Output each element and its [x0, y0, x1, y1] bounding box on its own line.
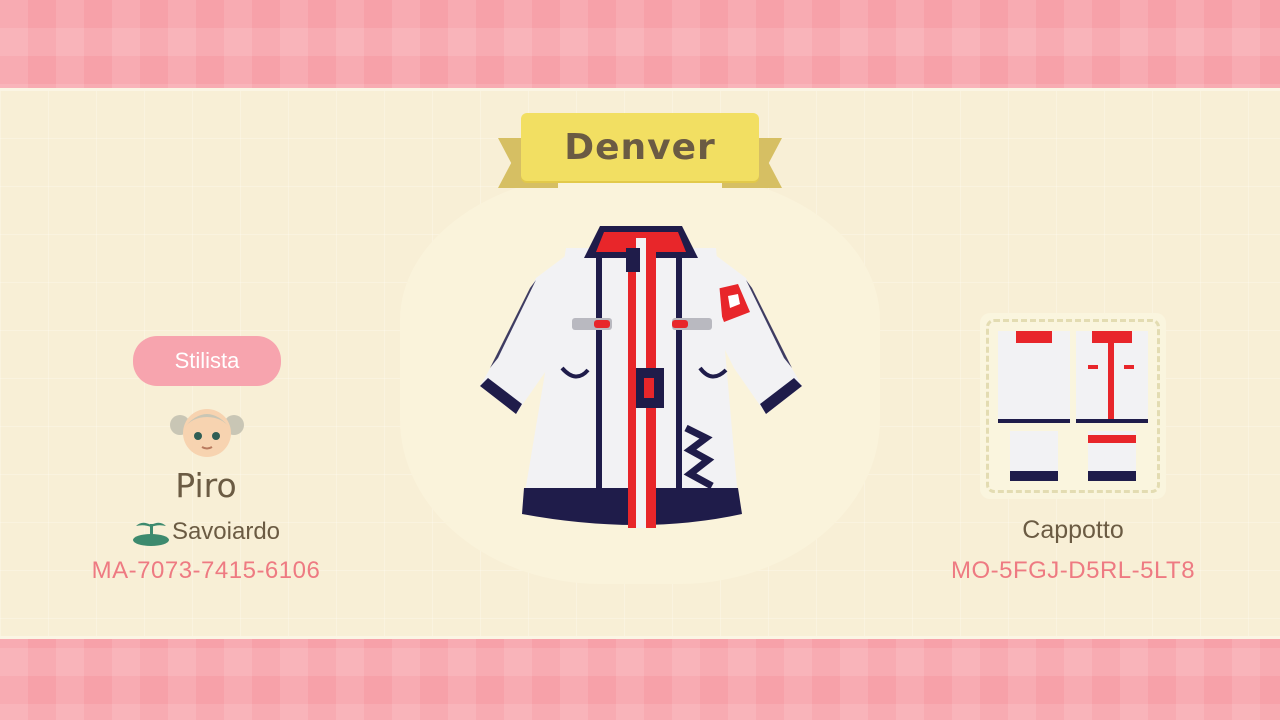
creator-name: Piro: [175, 466, 237, 505]
creator-role-badge: Stilista: [133, 336, 281, 386]
top-border: [0, 0, 1280, 100]
design-title-banner: Denver: [521, 113, 759, 181]
pattern-preview: [980, 313, 1166, 499]
island-info: Savoiardo: [90, 516, 322, 548]
item-type: Cappotto: [1022, 516, 1124, 544]
island-palm-icon: [132, 522, 169, 546]
design-title: Denver: [564, 126, 716, 168]
coat-illustration: [480, 226, 802, 528]
item-code: MO-5FGJ-D5RL-5LT8: [950, 557, 1196, 584]
creator-code: MA-7073-7415-6106: [91, 557, 321, 584]
creator-role-label: Stilista: [174, 348, 240, 373]
pattern-thumbnail: [998, 331, 1148, 481]
island-name: Savoiardo: [171, 518, 281, 545]
creator-avatar: [170, 409, 244, 457]
